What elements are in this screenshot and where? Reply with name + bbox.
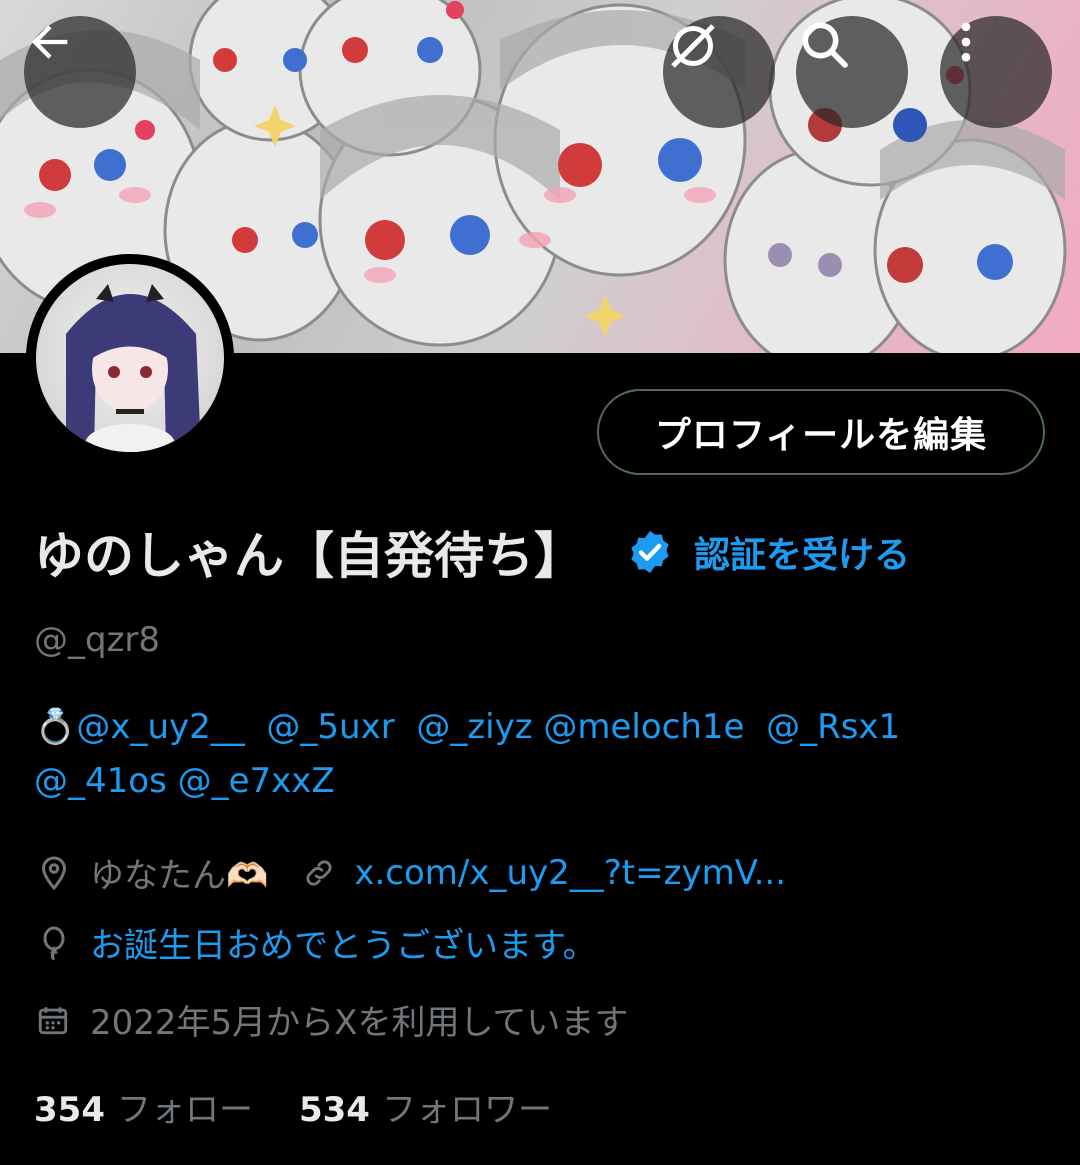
avatar-image [36,264,224,452]
more-vertical-icon [961,22,971,62]
bio-mention[interactable]: @x_uy2__ [76,707,244,747]
edit-profile-button[interactable]: プロフィールを編集 [597,389,1045,475]
balloon-icon [43,926,65,961]
birthday-text[interactable]: お誕生日おめでとうございます。 [90,918,597,967]
location-text: ゆなたん🫶🏻 [90,856,269,896]
follow-stats: 354 フォロー 534 フォロワー [34,1082,552,1131]
website-link[interactable]: x.com/x_uy2__?t=zymV... [354,853,786,893]
bio-mention[interactable]: @_e7xxZ [178,761,335,801]
get-verified-link[interactable]: 認証を受ける [694,526,910,578]
joined-date: 2022年5月からXを利用しています [90,1003,629,1043]
verified-badge-icon[interactable] [626,528,674,576]
bio-mention[interactable]: @meloch1e [543,707,744,747]
following-count: 354 [34,1090,105,1130]
bio-mention[interactable]: @_5uxr [266,707,394,747]
more-button[interactable] [940,16,1052,128]
bio-mention[interactable]: @_41os [34,761,167,801]
birthday-row: お誕生日おめでとうございます。 [36,918,597,967]
profile-name-row: ゆのしゃん【自発待ち】 認証を受ける [34,512,910,592]
back-button[interactable] [24,16,136,128]
grok-icon [671,24,715,68]
username-handle: @_qzr8 [34,620,161,660]
followers-link[interactable]: 534 フォロワー [299,1082,552,1131]
avatar[interactable] [26,254,234,462]
followers-count: 534 [298,1090,370,1130]
ring-emoji: 💍 [34,707,77,747]
following-label: フォロー [116,1090,253,1130]
calendar-icon [38,1006,68,1034]
followers-label: フォロワー [381,1090,552,1130]
display-name: ゆのしゃん【自発待ち】 [34,527,584,585]
search-icon [802,22,848,68]
bio-mention[interactable]: @_ziyz [416,707,532,747]
bio-mention[interactable]: @_Rsx1 [766,707,900,747]
following-link[interactable]: 354 フォロー [34,1082,253,1131]
grok-button[interactable] [663,16,775,128]
joined-row: 2022年5月からXを利用しています [36,995,628,1044]
link-icon [306,859,332,886]
location-website-row: ゆなたん🫶🏻 x.com/x_uy2__?t=zymV... [36,848,786,897]
search-button[interactable] [796,16,908,128]
location-pin-icon [41,855,67,890]
profile-bio: 💍@x_uy2__ @_5uxr @_ziyz @meloch1e @_Rsx1… [34,700,1044,808]
arrow-left-icon [31,25,68,59]
